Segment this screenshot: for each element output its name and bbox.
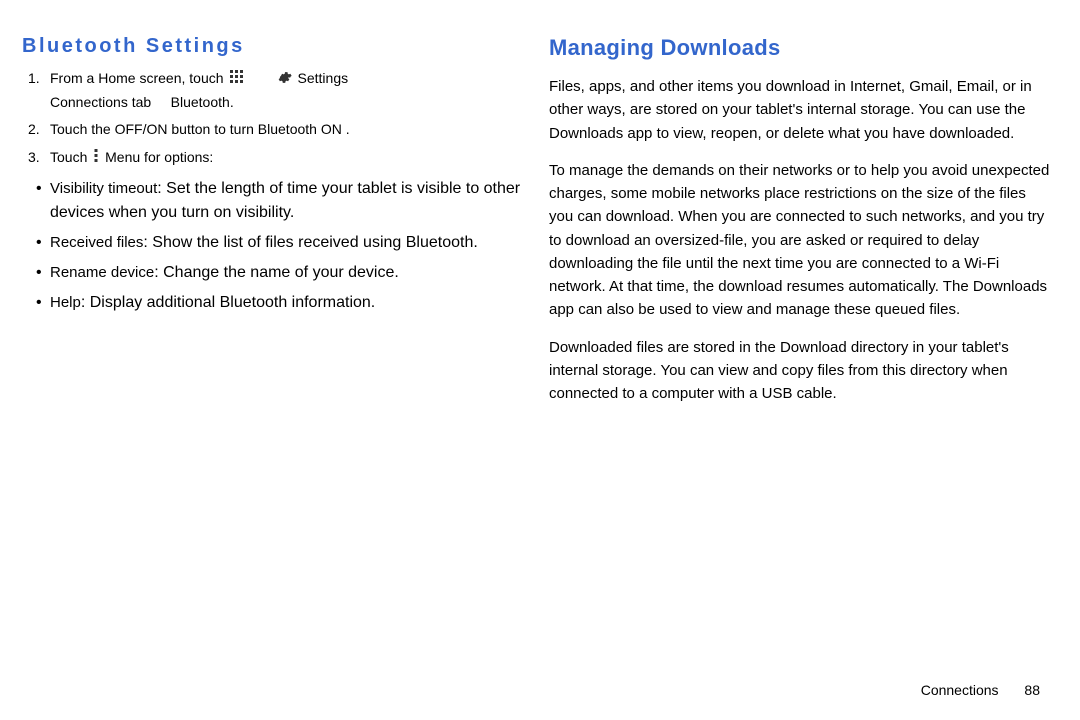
step-number: 2.	[28, 119, 40, 141]
step-1-settings: Settings	[298, 70, 349, 86]
gear-icon	[277, 70, 292, 92]
bullet-rename-device: Rename device: Change the name of your d…	[50, 261, 525, 285]
downloads-para-2: To manage the demands on their networks …	[549, 159, 1052, 322]
step-3-text-a: Touch	[50, 149, 91, 165]
left-column: Bluetooth Settings 1. From a Home screen…	[22, 35, 537, 700]
bullet-visibility-timeout: Visibility timeout: Set the length of ti…	[50, 177, 525, 225]
bullet-text: : Display additional Bluetooth informati…	[81, 294, 375, 311]
managing-downloads-heading: Managing Downloads	[549, 35, 1052, 61]
bullet-text: : Show the list of files received using …	[143, 234, 477, 251]
right-column: Managing Downloads Files, apps, and othe…	[537, 35, 1052, 700]
off-on-button-label: OFF/ON	[115, 121, 168, 137]
step-2-text-a: Touch the	[50, 121, 115, 137]
bullet-label: Rename device	[50, 264, 154, 281]
footer-page-number: 88	[1024, 682, 1040, 698]
bullet-label: Help	[50, 294, 81, 311]
step-2-text-b: button to turn Bluetooth ON .	[168, 121, 350, 137]
step-3-menu: Menu	[105, 149, 140, 165]
menu-overflow-icon	[93, 148, 99, 171]
step-1-tab-word: tab	[132, 94, 151, 110]
bluetooth-settings-heading: Bluetooth Settings	[22, 35, 525, 58]
bullet-text: : Change the name of your device.	[154, 264, 399, 281]
step-1-connections: Connections	[50, 94, 128, 110]
step-3-text-b: for options:	[140, 149, 213, 165]
footer-section: Connections	[921, 682, 999, 698]
apps-grid-icon	[229, 69, 245, 85]
step-1: 1. From a Home screen, touch	[50, 68, 525, 113]
step-number: 1.	[28, 68, 40, 90]
step-number: 3.	[28, 147, 40, 169]
page-footer: Connections 88	[921, 682, 1040, 698]
step-1-bluetooth: Bluetooth	[171, 94, 230, 110]
downloads-para-3: Downloaded files are stored in the Downl…	[549, 336, 1052, 406]
downloads-para-1: Files, apps, and other items you downloa…	[549, 75, 1052, 145]
bullet-received-files: Received files: Show the list of files r…	[50, 231, 525, 255]
steps-list: 1. From a Home screen, touch	[22, 68, 525, 171]
step-3: 3. Touch Menu for options:	[50, 147, 525, 171]
step-2: 2. Touch the OFF/ON button to turn Bluet…	[50, 119, 525, 141]
step-1-text-a: From a Home screen, touch	[50, 70, 224, 86]
bullet-label: Received files	[50, 234, 143, 251]
bullet-label: Visibility timeout	[50, 180, 157, 197]
page: Bluetooth Settings 1. From a Home screen…	[0, 0, 1080, 720]
options-bullets: Visibility timeout: Set the length of ti…	[22, 177, 525, 315]
bullet-help: Help: Display additional Bluetooth infor…	[50, 291, 525, 315]
